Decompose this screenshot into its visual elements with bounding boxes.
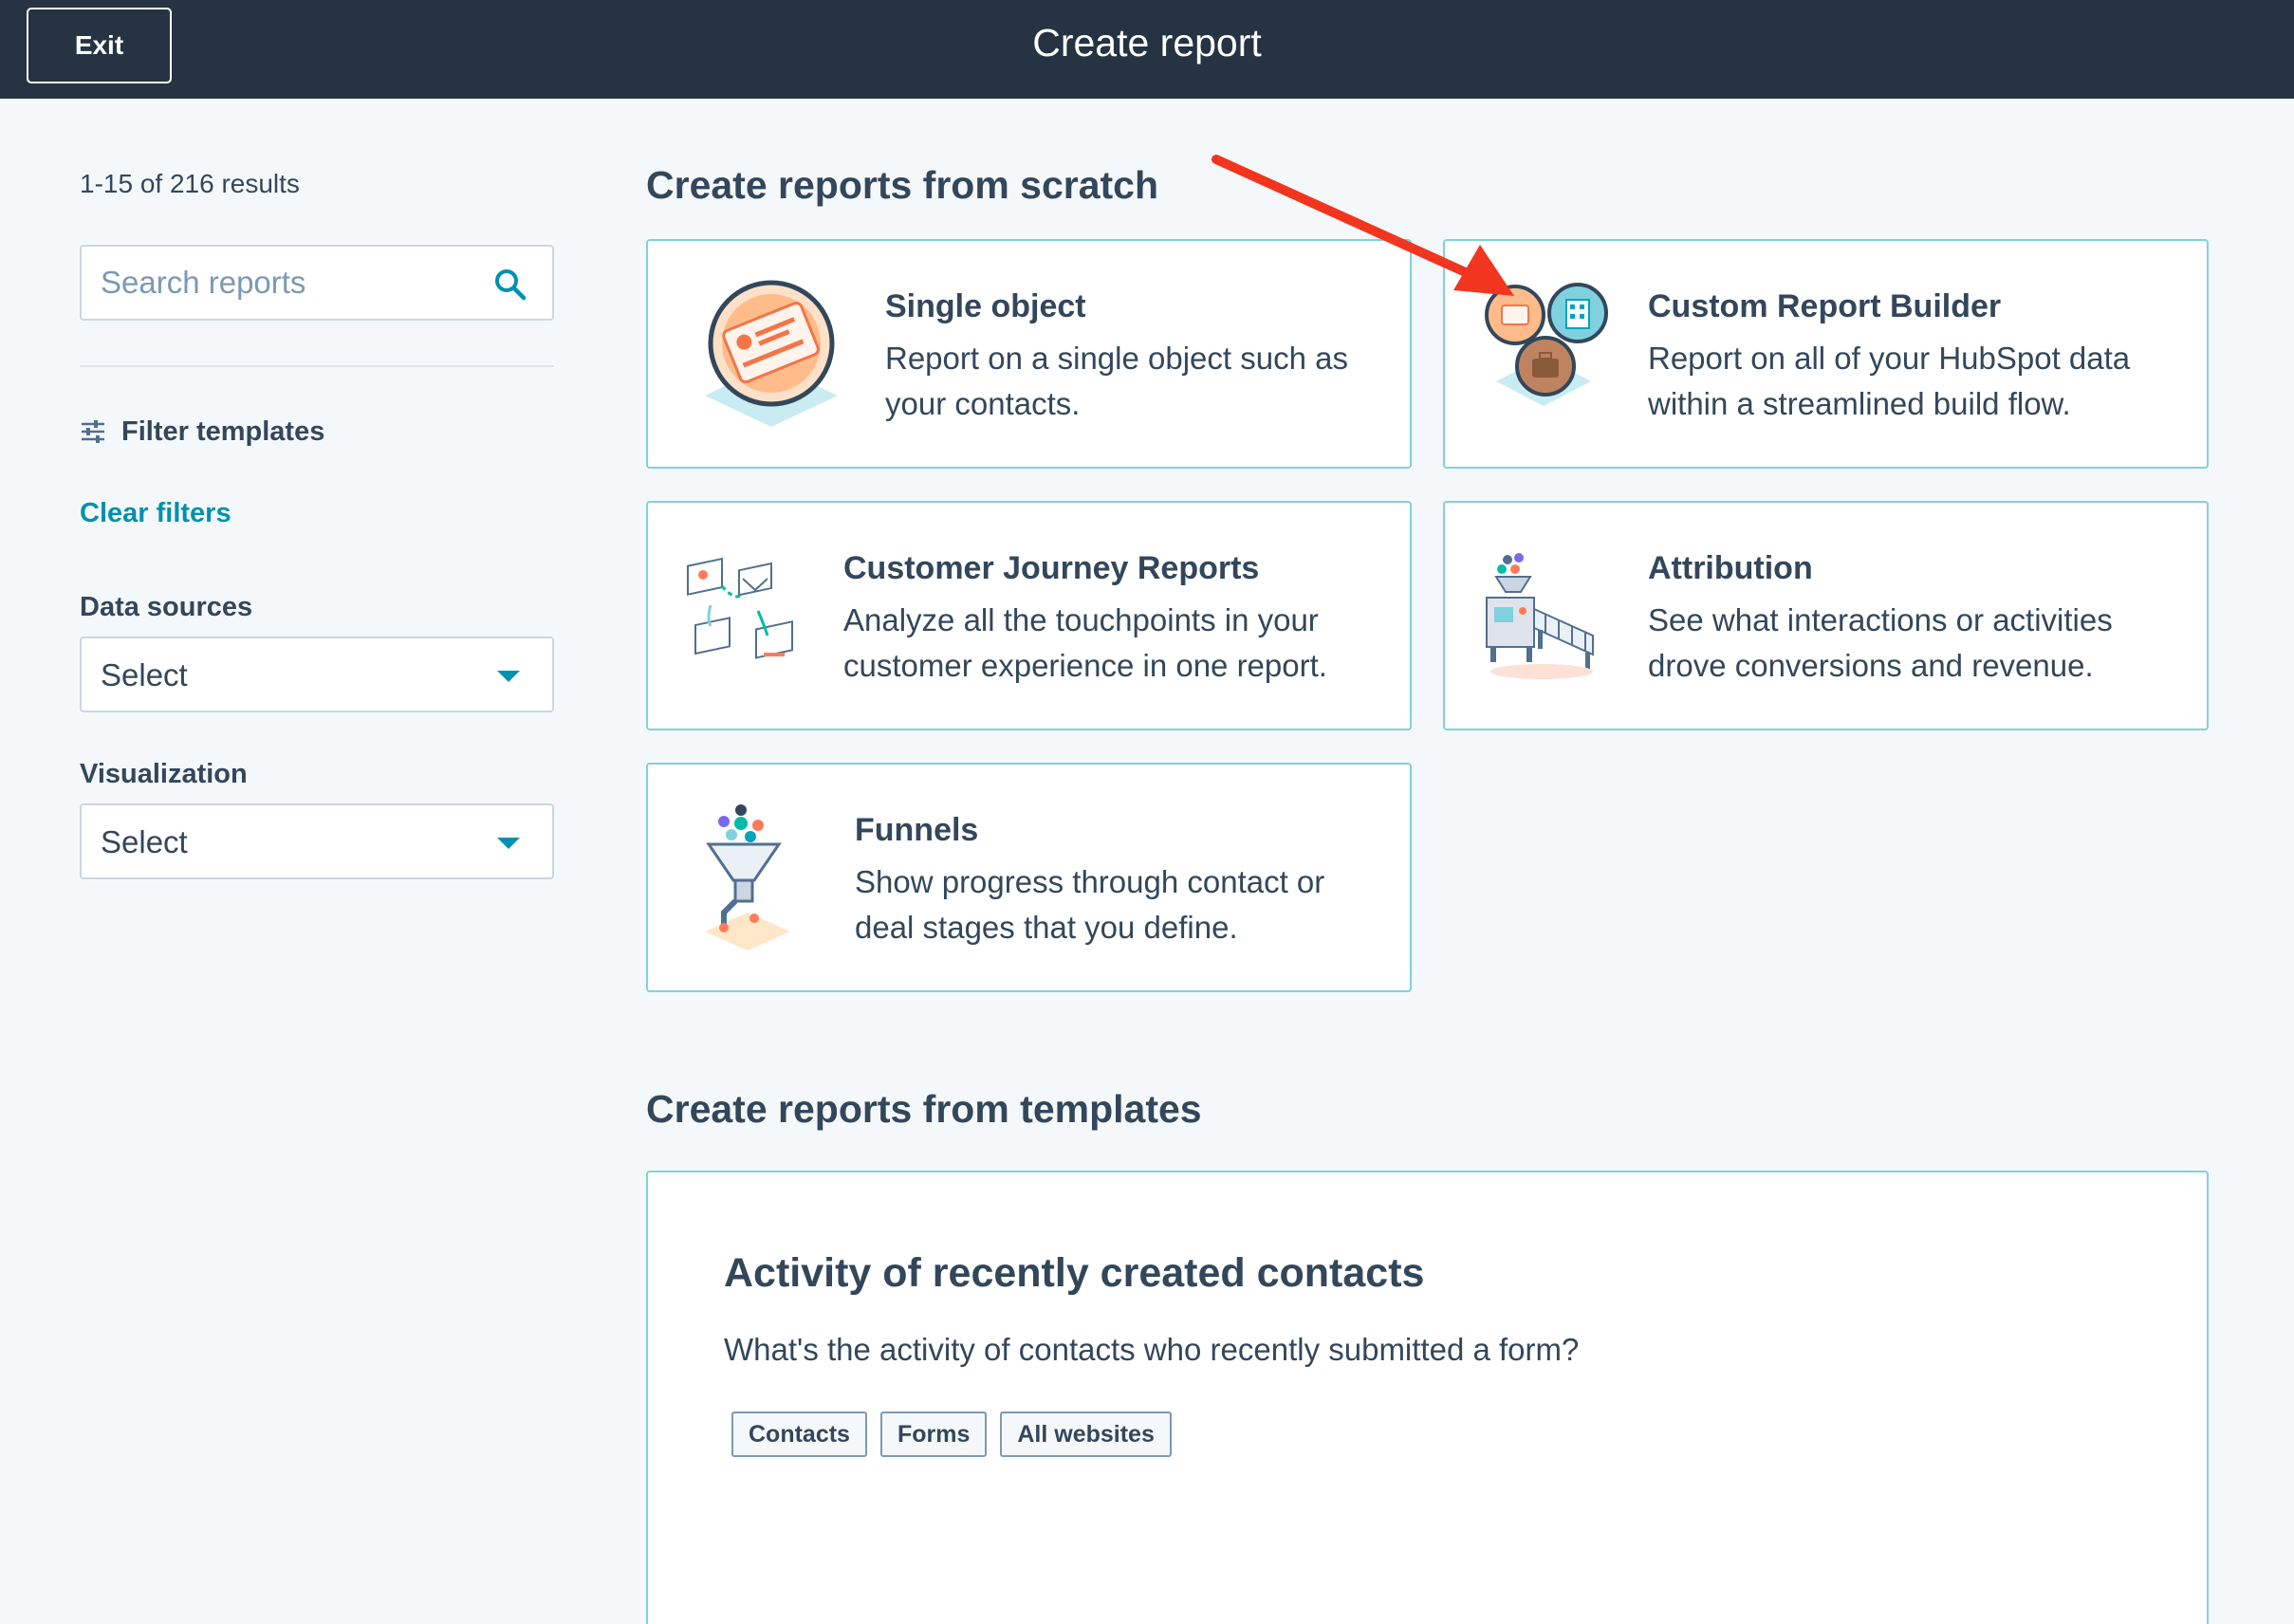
search-icon[interactable] — [493, 268, 527, 302]
card-single-object[interactable]: Single object Report on a single object … — [646, 239, 1412, 469]
single-object-icon — [705, 280, 838, 427]
template-description: What's the activity of contacts who rece… — [724, 1332, 1580, 1367]
data-sources-label: Data sources — [80, 592, 253, 622]
card-attribution[interactable]: Attribution See what interactions or act… — [1443, 501, 2209, 730]
card-title: Single object — [885, 288, 1086, 324]
search-box[interactable] — [80, 245, 554, 321]
filter-templates-label: Filter templates — [121, 415, 325, 447]
tag: All websites — [1000, 1412, 1172, 1457]
card-description: Show progress through contact or deal st… — [855, 864, 1325, 945]
card-description: Report on all of your HubSpot data withi… — [1648, 341, 2131, 421]
funnel-icon — [705, 804, 790, 950]
card-title: Customer Journey Reports — [843, 550, 1260, 586]
tag: Contacts — [731, 1412, 867, 1457]
sidebar-divider — [80, 365, 554, 367]
data-sources-value: Select — [101, 657, 188, 692]
visualization-select[interactable]: Select — [80, 803, 554, 879]
template-title: Activity of recently created contacts — [724, 1250, 1425, 1296]
card-title: Funnels — [855, 812, 979, 848]
page-title: Create report — [1032, 21, 1262, 65]
top-bar: Exit Create report — [0, 0, 2294, 99]
custom-report-builder-icon — [1485, 283, 1608, 406]
caret-down-icon — [497, 838, 520, 849]
template-tags: Contacts Forms All websites — [731, 1412, 1172, 1457]
customer-journey-icon — [687, 558, 793, 659]
visualization-value: Select — [101, 824, 188, 859]
filter-templates-heading: Filter templates — [80, 415, 324, 449]
clear-filters-link[interactable]: Clear filters — [80, 498, 231, 529]
caret-down-icon — [497, 671, 520, 682]
card-description: Report on a single object such as your c… — [885, 341, 1348, 421]
visualization-label: Visualization — [80, 759, 248, 789]
results-count: 1-15 of 216 results — [80, 169, 300, 198]
card-title: Custom Report Builder — [1648, 288, 2002, 324]
search-input[interactable] — [101, 247, 480, 319]
card-custom-report-builder[interactable]: Custom Report Builder Report on all of y… — [1443, 239, 2209, 469]
card-description: See what interactions or activities drov… — [1648, 602, 2113, 683]
sliders-icon — [82, 420, 104, 443]
card-description: Analyze all the touchpoints in your cust… — [843, 602, 1327, 683]
attribution-icon — [1486, 553, 1594, 679]
card-title: Attribution — [1648, 550, 1813, 586]
card-funnels[interactable]: Funnels Show progress through contact or… — [646, 763, 1412, 992]
tag: Forms — [879, 1412, 988, 1457]
data-sources-select[interactable]: Select — [80, 637, 554, 712]
template-card[interactable]: Activity of recently created contacts Wh… — [646, 1171, 2209, 1624]
templates-section-heading: Create reports from templates — [646, 1087, 1202, 1131]
scratch-section-heading: Create reports from scratch — [646, 163, 1159, 207]
card-customer-journey-reports[interactable]: Customer Journey Reports Analyze all the… — [646, 501, 1412, 730]
